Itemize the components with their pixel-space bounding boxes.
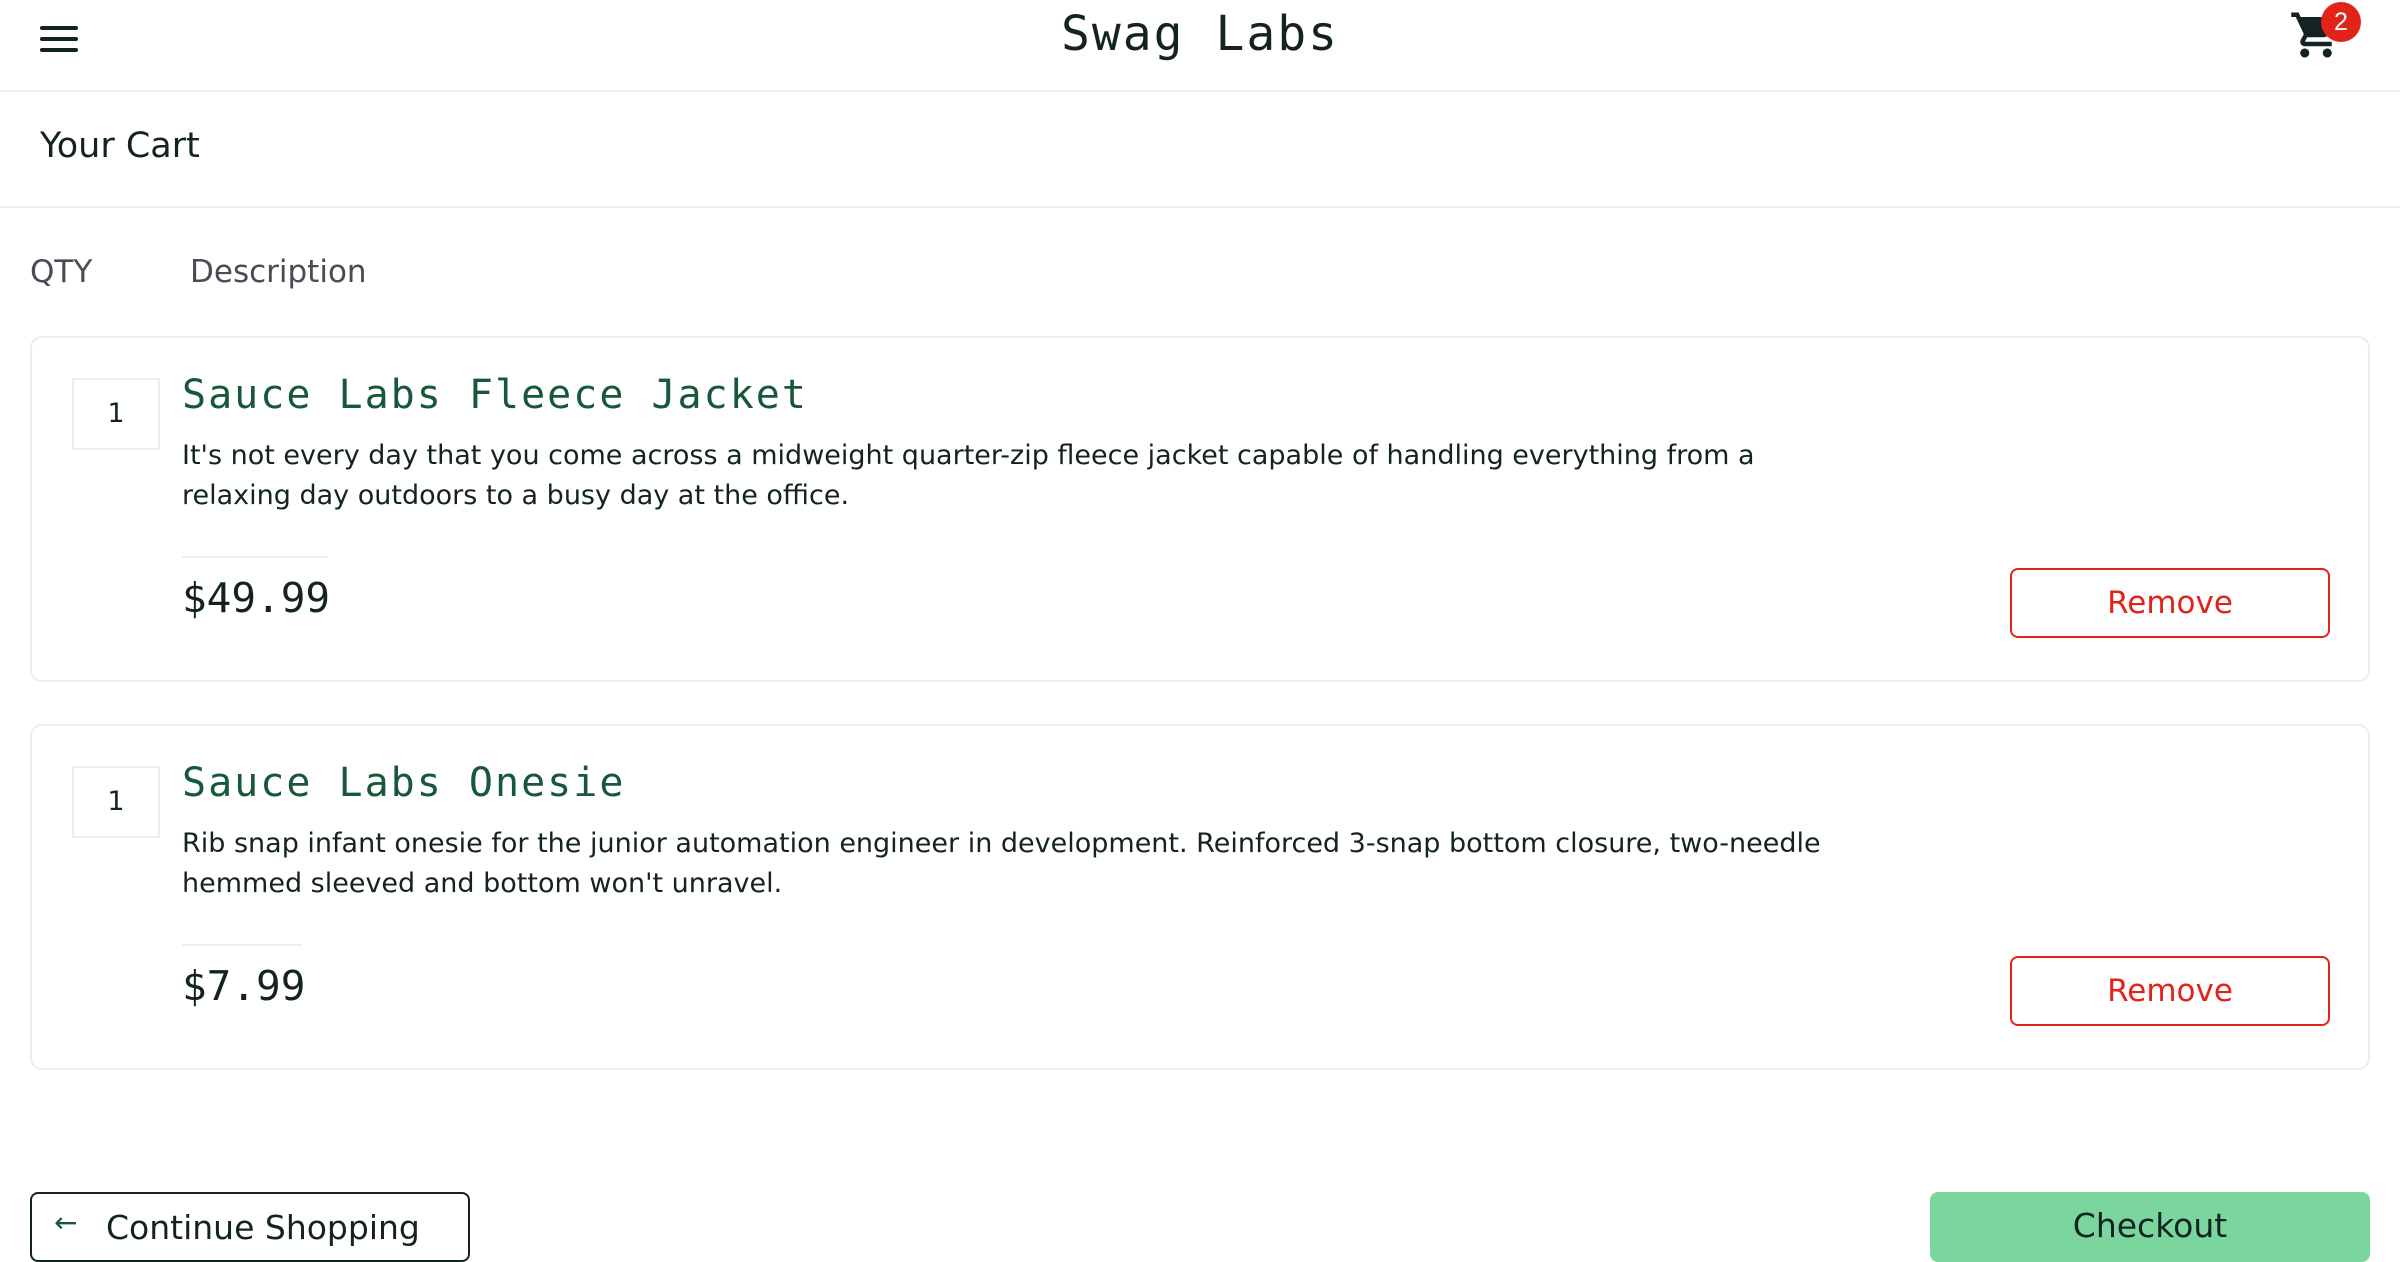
remove-button[interactable]: Remove	[2010, 956, 2330, 1026]
item-quantity: 1	[72, 378, 160, 450]
price-divider	[182, 556, 327, 558]
checkout-label: Checkout	[2072, 1206, 2228, 1245]
item-price: $7.99	[182, 962, 306, 1010]
description-column-label: Description	[190, 254, 367, 290]
item-name-link[interactable]: Sauce Labs Onesie	[182, 760, 625, 806]
menu-button[interactable]	[40, 22, 80, 56]
app-title: Swag Labs	[1060, 6, 1340, 62]
page-title: Your Cart	[40, 126, 200, 166]
item-description: It's not every day that you come across …	[182, 440, 1755, 511]
cart-item: 1 Sauce Labs Fleece Jacket It's not ever…	[30, 336, 2370, 682]
remove-button[interactable]: Remove	[2010, 568, 2330, 638]
cart-count-badge: 2	[2321, 2, 2361, 42]
hamburger-menu-icon	[40, 26, 78, 30]
item-quantity: 1	[72, 766, 160, 838]
price-divider	[182, 944, 302, 946]
continue-shopping-label: Continue Shopping	[106, 1208, 420, 1247]
item-price: $49.99	[182, 574, 331, 622]
continue-shopping-button[interactable]: ← Continue Shopping	[30, 1192, 470, 1262]
arrow-left-icon: ←	[54, 1206, 78, 1239]
qty-column-label: QTY	[30, 254, 93, 290]
cart-item: 1 Sauce Labs Onesie Rib snap infant ones…	[30, 724, 2370, 1070]
checkout-button[interactable]: Checkout	[1930, 1192, 2370, 1262]
secondary-header: Your Cart	[0, 92, 2400, 208]
item-name-link[interactable]: Sauce Labs Fleece Jacket	[182, 372, 808, 418]
item-description: Rib snap infant onesie for the junior au…	[182, 828, 1821, 899]
app-header: Swag Labs 2	[0, 0, 2400, 92]
hamburger-menu-icon-line	[40, 48, 78, 52]
hamburger-menu-icon-line	[40, 37, 78, 41]
